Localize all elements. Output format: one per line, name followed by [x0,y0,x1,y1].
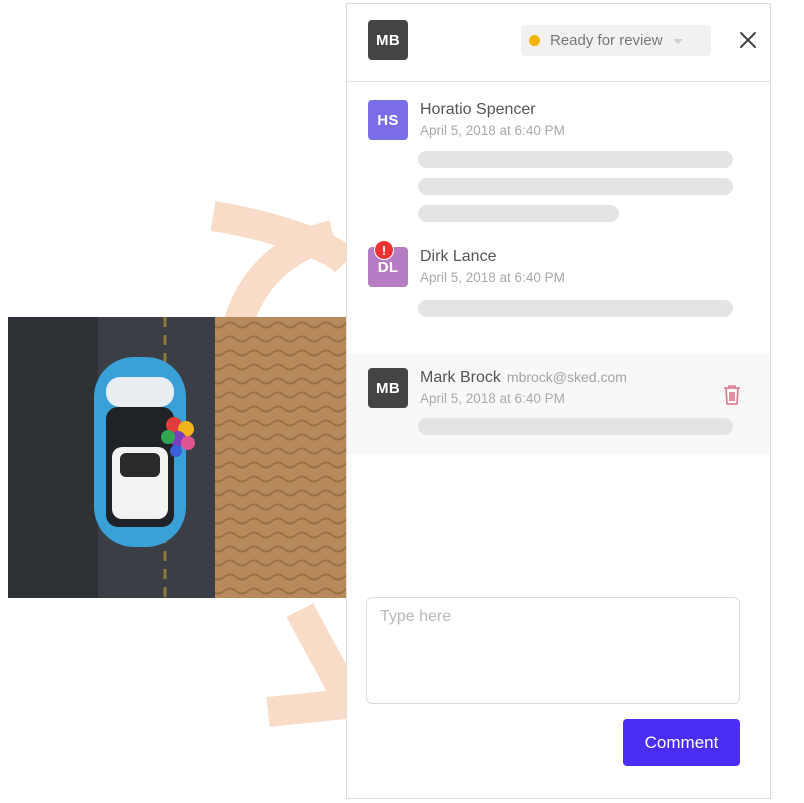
comment-date: April 5, 2018 at 6:40 PM [420,391,565,406]
avatar: MB [368,20,408,60]
comment-text-placeholder [418,205,619,222]
trash-icon[interactable] [723,384,741,405]
close-icon[interactable] [736,28,760,52]
panel-header: MB Ready for review [347,4,770,82]
commenter-name: Mark Brock mbrock@sked.com [420,369,627,387]
comments-panel: MB Ready for review HS Horatio Spencer A… [346,3,771,799]
commenter-name: Dirk Lance [420,248,497,265]
comment-date: April 5, 2018 at 6:40 PM [420,123,565,138]
commenter-name: Horatio Spencer [420,101,536,118]
car-photo [8,317,367,598]
commenter-email: mbrock@sked.com [506,369,627,385]
comment-text-placeholder [418,151,733,168]
avatar: MB [368,368,408,408]
commenter-name-text: Mark Brock [420,369,501,386]
status-label: Ready for review [550,32,663,49]
chevron-down-icon [672,39,683,44]
comment-text-placeholder [418,178,733,195]
status-dot-icon [529,35,540,46]
comment-text-placeholder [418,418,733,435]
comment-text-placeholder [418,300,733,317]
comment-button[interactable]: Comment [623,719,740,766]
alert-badge: ! [374,240,394,260]
comment-input[interactable] [366,597,740,704]
status-dropdown[interactable]: Ready for review [521,25,711,56]
avatar: HS [368,100,408,140]
comment-date: April 5, 2018 at 6:40 PM [420,270,565,285]
